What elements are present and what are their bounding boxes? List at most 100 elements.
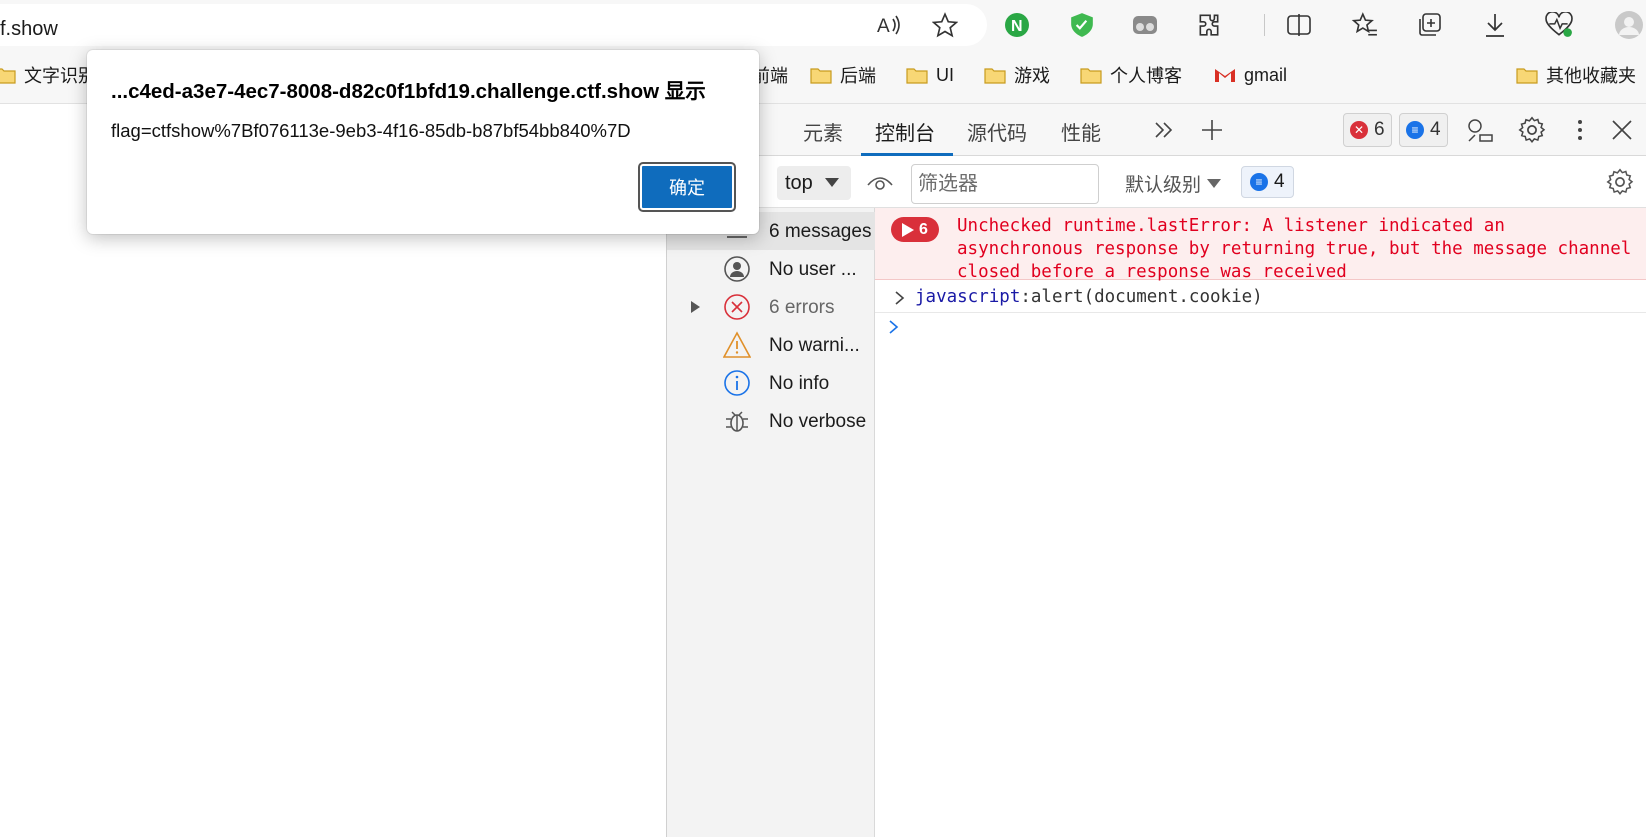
bookmark-folder[interactable]: UI [906, 60, 954, 90]
bookmark-label: 个人博客 [1110, 66, 1182, 86]
sidebar-item-label: No warni... [769, 335, 860, 356]
bookmark-folder[interactable]: 游戏 [984, 60, 1050, 90]
sidebar-item-warnings[interactable]: No warni... [667, 326, 875, 364]
issues-count: 4 [1274, 171, 1285, 192]
error-repeat-badge[interactable]: 6 [891, 217, 939, 242]
sidebar-item-user[interactable]: No user ... [667, 250, 875, 288]
console-settings-gear-icon[interactable] [1603, 165, 1637, 199]
bug-icon [726, 411, 748, 432]
log-level-select[interactable]: 默认级别 [1125, 170, 1222, 197]
browser-toolbar: f.show A N [0, 0, 1646, 48]
command-rest: :alert(document.cookie) [1020, 287, 1263, 307]
extension-n-icon[interactable]: N [1000, 8, 1034, 42]
error-count-button[interactable]: ✕ 6 [1343, 113, 1392, 147]
split-screen-icon[interactable] [1282, 8, 1316, 42]
console-prompt[interactable] [889, 320, 899, 334]
sidebar-item-verbose[interactable]: No verbose [667, 402, 875, 440]
toolbar-divider [1264, 14, 1265, 36]
svg-text:N: N [1011, 18, 1023, 35]
tab-elements[interactable]: 元素 [803, 117, 843, 146]
folder-icon [0, 68, 16, 84]
sidebar-item-label: No user ... [769, 259, 857, 280]
dialog-message: flag=ctfshow%7Bf076113e-9eb3-4f16-85db-b… [111, 120, 631, 141]
chevron-down-icon [824, 178, 839, 187]
console-error-message[interactable]: 6 Unchecked runtime.lastError: A listene… [875, 208, 1646, 282]
prompt-chevron-icon [889, 320, 899, 334]
bookmark-label: UI [936, 64, 954, 85]
console-command-row[interactable]: javascript:alert(document.cookie) [875, 281, 1646, 313]
bookmark-gmail[interactable]: gmail [1214, 60, 1287, 90]
message-icon: ≡ [1250, 173, 1268, 191]
play-triangle-icon [902, 222, 915, 237]
folder-icon [1080, 68, 1102, 84]
context-select[interactable]: top [777, 166, 851, 200]
console-sidebar: 6 messages No user ... 6 errors No warni… [667, 208, 875, 837]
shield-extension-icon[interactable] [1065, 8, 1099, 42]
dialog-title: ...c4ed-a3e7-4ec7-8008-d82c0f1bfd19.chal… [111, 80, 706, 103]
message-icon: ≡ [1406, 121, 1424, 139]
downloads-icon[interactable] [1478, 8, 1512, 42]
error-icon: ✕ [1350, 121, 1368, 139]
sidebar-item-label: 6 messages [769, 221, 872, 242]
folder-icon [810, 68, 832, 84]
bookmark-label: 游戏 [1014, 66, 1050, 86]
console-toolbar: top 默认级别 ≡ 4 [667, 156, 1646, 208]
user-icon [724, 256, 750, 282]
devtools-panel: 元素 控制台 源代码 性能 ✕ 6 ≡ 4 top 筛选器 默认级别 ≡ 4 6… [666, 104, 1646, 837]
extensions-puzzle-icon[interactable] [1192, 8, 1226, 42]
error-message-text: Unchecked runtime.lastError: A listener … [957, 216, 1632, 282]
browser-essentials-icon[interactable] [1542, 8, 1576, 42]
log-level-value: 默认级别 [1125, 175, 1202, 196]
error-repeat-count: 6 [919, 220, 928, 238]
bookmark-folder[interactable]: 文字识别 [0, 60, 96, 90]
ok-button[interactable]: 确定 [638, 162, 736, 212]
folder-icon [906, 68, 928, 84]
issues-count-badge[interactable]: ≡ 4 [1241, 166, 1294, 198]
console-output: 6 Unchecked runtime.lastError: A listene… [875, 208, 1646, 837]
devtools-tab-bar: 元素 控制台 源代码 性能 ✕ 6 ≡ 4 [667, 104, 1646, 156]
live-expression-eye-icon[interactable] [863, 166, 897, 200]
tracking-icon[interactable] [1128, 8, 1162, 42]
error-count: 6 [1374, 119, 1385, 140]
chevron-right-icon [895, 291, 905, 305]
chevron-down-icon [1207, 178, 1222, 188]
profile-avatar-icon[interactable] [1612, 8, 1646, 42]
console-command: javascript:alert(document.cookie) [915, 287, 1263, 307]
folder-icon [984, 68, 1006, 84]
info-icon [724, 370, 750, 396]
feedback-icon[interactable] [1463, 113, 1497, 147]
sidebar-item-label: No info [769, 373, 830, 394]
sidebar-item-info[interactable]: No info [667, 364, 875, 402]
svg-text:A: A [877, 16, 890, 37]
address-bar-url[interactable]: f.show [0, 18, 58, 41]
tab-sources[interactable]: 源代码 [967, 117, 1027, 146]
expand-triangle-icon[interactable] [691, 301, 700, 313]
bookmark-other-folder[interactable]: 其他收藏夹 [1516, 60, 1636, 90]
bookmark-label: gmail [1244, 64, 1288, 85]
read-aloud-icon[interactable]: A [872, 8, 906, 42]
command-keyword: javascript [915, 287, 1021, 307]
address-bar[interactable]: f.show [0, 4, 987, 46]
bookmark-folder[interactable]: 后端 [810, 60, 876, 90]
close-devtools-icon[interactable] [1605, 113, 1639, 147]
message-count-button[interactable]: ≡ 4 [1399, 113, 1448, 147]
sidebar-item-errors[interactable]: 6 errors [667, 288, 875, 326]
filter-input[interactable] [911, 164, 1099, 204]
alert-dialog: ...c4ed-a3e7-4ec7-8008-d82c0f1bfd19.chal… [87, 50, 759, 234]
folder-icon [1516, 68, 1538, 84]
favorites-icon[interactable] [1348, 8, 1382, 42]
add-tab-icon[interactable] [1195, 113, 1229, 147]
more-options-icon[interactable] [1563, 113, 1597, 147]
bookmark-folder[interactable]: 个人博客 [1080, 60, 1182, 90]
tab-performance[interactable]: 性能 [1061, 117, 1101, 146]
more-tabs-icon[interactable] [1147, 113, 1181, 147]
bookmark-label: 后端 [840, 66, 876, 86]
sidebar-item-label: 6 errors [769, 297, 835, 318]
warning-icon [723, 331, 751, 358]
favorite-star-icon[interactable] [928, 8, 962, 42]
bookmark-label: 文字识别 [24, 66, 96, 86]
tab-console[interactable]: 控制台 [875, 117, 935, 146]
settings-gear-icon[interactable] [1515, 113, 1549, 147]
collections-icon[interactable] [1412, 8, 1446, 42]
bookmark-label: 其他收藏夹 [1546, 66, 1636, 86]
